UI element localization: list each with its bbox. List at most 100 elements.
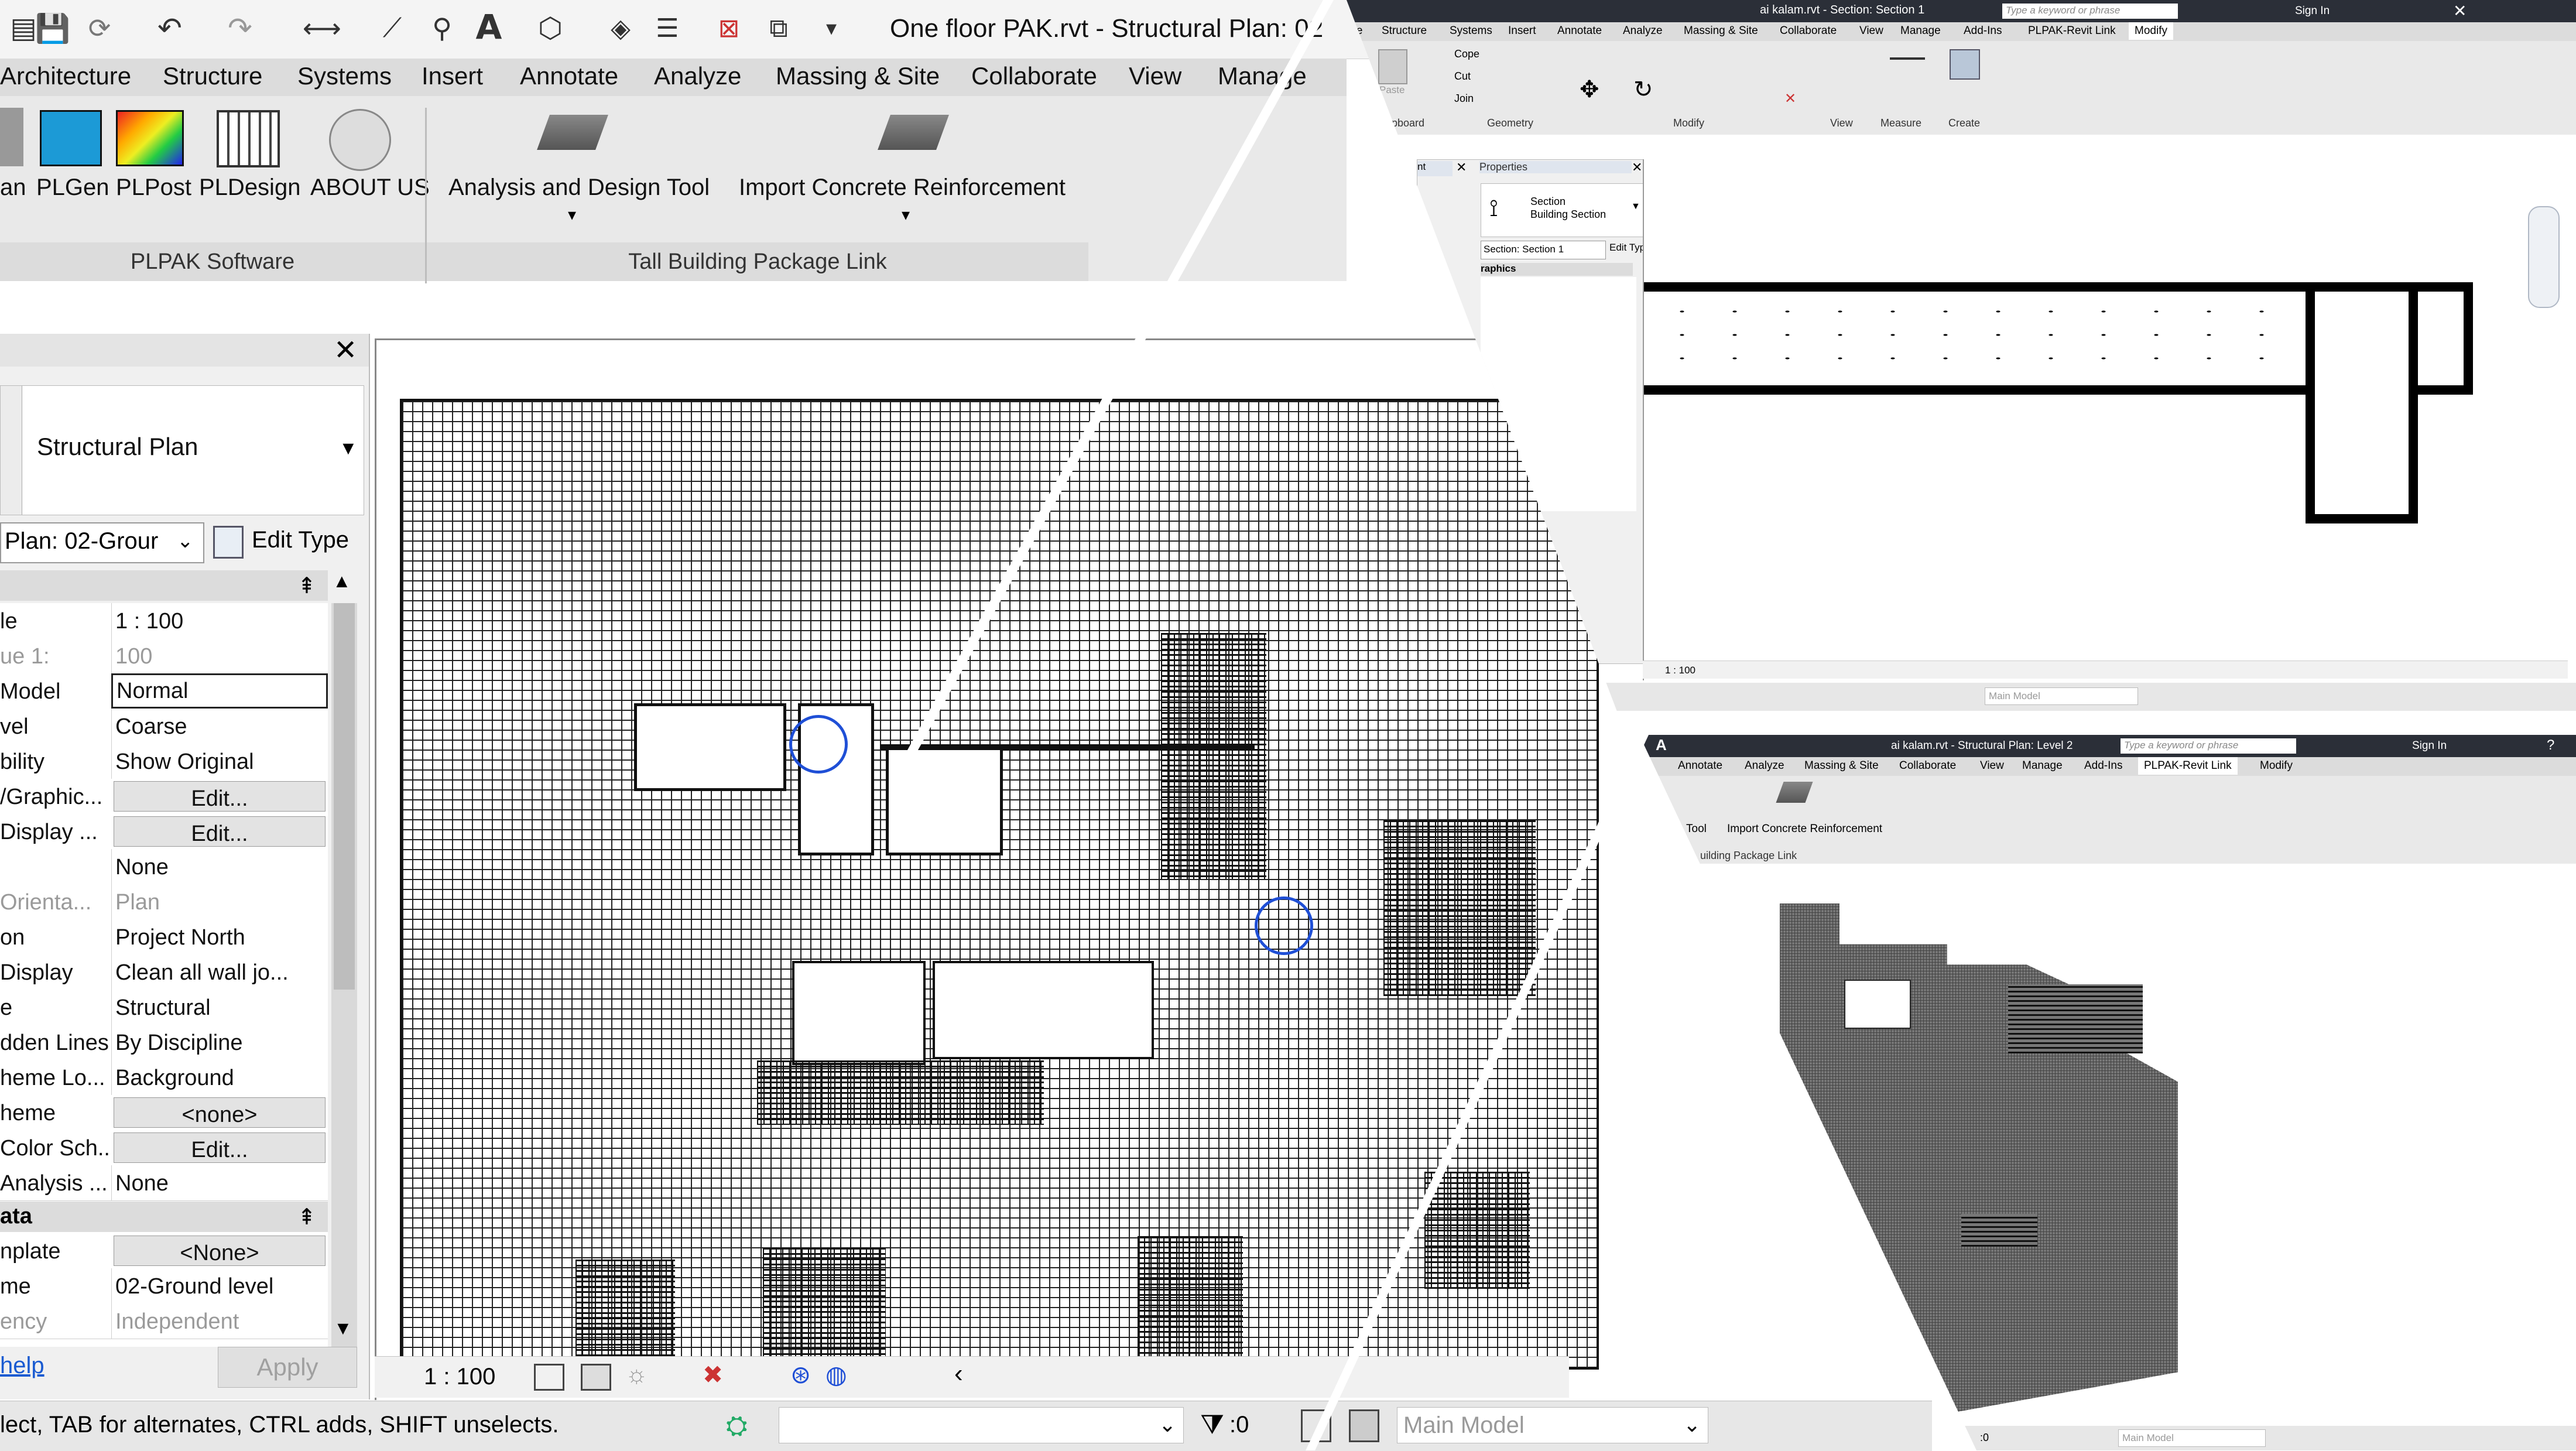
type-selector[interactable]: Structural Plan ▼ — [0, 385, 364, 515]
tab-structure[interactable]: Structure — [1382, 25, 1427, 37]
paste-icon[interactable] — [1378, 49, 1407, 84]
tab-analyze[interactable]: Analyze — [1745, 759, 1784, 772]
tab-modify[interactable]: Modify — [2260, 759, 2293, 772]
text-icon[interactable]: A — [1656, 736, 1667, 754]
tab-collaborate[interactable]: Collaborate — [971, 62, 1097, 90]
tab-analyze[interactable]: Analyze — [654, 62, 741, 90]
tab-annotate[interactable]: Annotate — [1557, 25, 1602, 37]
tab-plpak-revit-link[interactable]: PLPAK-Revit Link — [2028, 25, 2116, 37]
cut-button[interactable]: Cut — [1454, 70, 1471, 83]
dropdown-chevron-icon[interactable]: ▾ — [568, 205, 576, 224]
sign-in-link[interactable]: Sign In — [2295, 5, 2330, 18]
tag-icon[interactable]: ⚲ — [424, 11, 460, 46]
redo-icon[interactable]: ↷ — [222, 11, 258, 46]
ribbon-button-tool[interactable]: Tool — [1686, 823, 1707, 836]
close-hidden-icon[interactable]: ⊠ — [711, 11, 746, 46]
prop-value[interactable]: Project North — [111, 919, 328, 954]
section-marker-icon[interactable] — [789, 715, 848, 774]
text-icon[interactable]: A — [471, 7, 506, 47]
chevron-down-icon[interactable]: ▼ — [1631, 201, 1640, 212]
tab-architecture[interactable]: Architecture — [0, 62, 131, 90]
navigation-wheel-icon[interactable] — [2528, 206, 2560, 308]
tab-analyze[interactable]: Analyze — [1623, 25, 1663, 37]
save-icon[interactable]: 💾 — [35, 11, 70, 46]
ribbon-button-plgen[interactable]: PLGen — [36, 174, 109, 201]
close-icon[interactable]: ✕ — [334, 334, 357, 367]
properties-help-link[interactable]: help — [0, 1353, 44, 1379]
3d-view-icon[interactable]: ⬡ — [533, 11, 568, 46]
switch-windows-icon[interactable]: ⧉ — [761, 11, 796, 46]
tab-structure[interactable]: Structure — [163, 62, 262, 90]
edit-button[interactable]: <None> — [114, 1236, 326, 1266]
tab-collaborate[interactable]: Collaborate — [1899, 759, 1956, 772]
prop-value[interactable]: None — [111, 1165, 328, 1200]
visual-style-icon[interactable] — [581, 1364, 611, 1391]
tab-massing-site[interactable]: Massing & Site — [1804, 759, 1879, 772]
left-tab[interactable]: nt — [1417, 161, 1453, 176]
model-dropdown[interactable]: Main Model — [1985, 687, 2138, 705]
thin-lines-icon[interactable]: ☰ — [650, 11, 685, 46]
sign-in-link[interactable]: Sign In — [2412, 740, 2447, 752]
tab-insert[interactable]: Insert — [1508, 25, 1536, 37]
delete-icon[interactable]: ✕ — [1784, 90, 1796, 107]
tab-view[interactable]: View — [1129, 62, 1181, 90]
prop-value[interactable]: 1 : 100 — [111, 603, 328, 638]
section-icon[interactable]: ◈ — [603, 11, 638, 46]
ribbon-button-analysis-design-tool[interactable]: Analysis and Design Tool — [448, 174, 710, 201]
collapse-icon[interactable]: ⇞ — [297, 1204, 316, 1230]
ribbon-button-plpost[interactable]: PLPost — [116, 174, 191, 201]
group-header[interactable]: raphics — [1481, 263, 1633, 276]
tab-collaborate[interactable]: Collaborate — [1780, 25, 1837, 37]
tab-manage[interactable]: Manage — [2022, 759, 2063, 772]
tab-massing-site[interactable]: Massing & Site — [776, 62, 940, 90]
create-icon[interactable] — [1950, 49, 1980, 80]
view-scale[interactable]: 1 : 100 — [1665, 665, 1695, 676]
prop-value[interactable]: Clean all wall jo... — [111, 954, 328, 990]
tab-systems[interactable]: Systems — [1450, 25, 1492, 37]
filter-icon[interactable]: ⧩ — [1200, 1408, 1224, 1441]
prop-value[interactable]: None — [111, 849, 328, 884]
reveal-hidden-icon[interactable]: ◍ — [825, 1360, 847, 1389]
section-canvas[interactable] — [1643, 159, 2569, 680]
cope-button[interactable]: Cope — [1454, 48, 1479, 60]
prop-value[interactable]: Structural — [111, 990, 328, 1025]
ribbon-button-plan[interactable]: an — [0, 174, 26, 201]
ribbon-button-import-concrete-reinforcement[interactable]: Import Concrete Reinforcement — [1727, 823, 1882, 836]
model-dropdown[interactable]: Main Model — [2118, 1429, 2266, 1447]
group-header-data[interactable]: ata ⇞ — [0, 1202, 328, 1232]
dropdown-chevron-icon[interactable]: ▾ — [902, 205, 910, 224]
section-marker-icon[interactable] — [1255, 896, 1313, 955]
chevron-down-icon[interactable]: ▼ — [339, 437, 358, 459]
tab-view[interactable]: View — [1859, 25, 1883, 37]
move-icon[interactable]: ✥ — [1580, 76, 1599, 103]
tab-add-ins[interactable]: Add-Ins — [1964, 25, 2002, 37]
tab-modify[interactable]: Modify — [2129, 22, 2173, 40]
ribbon-button-import-concrete-reinforcement[interactable]: Import Concrete Reinforcement — [739, 174, 1066, 201]
tab-annotate[interactable]: Annotate — [520, 62, 618, 90]
undo-icon[interactable]: ↶ — [152, 11, 187, 46]
apply-button[interactable]: Apply — [218, 1347, 357, 1388]
close-icon[interactable]: ✕ — [2453, 1, 2467, 20]
join-button[interactable]: Join — [1454, 93, 1474, 105]
ribbon-button-pldesign[interactable]: PLDesign — [199, 174, 300, 201]
tab-view[interactable]: View — [1980, 759, 2004, 772]
tab-massing-site[interactable]: Massing & Site — [1684, 25, 1758, 37]
rotate-icon[interactable]: ↻ — [1633, 76, 1653, 103]
crop-icon[interactable]: ✖ — [703, 1360, 723, 1389]
prop-value[interactable]: Show Original — [111, 744, 328, 779]
prop-value[interactable]: By Discipline — [111, 1025, 328, 1060]
edit-button[interactable]: Edit... — [114, 1132, 326, 1163]
prop-value[interactable]: 02-Ground level — [111, 1268, 328, 1303]
detail-level-icon[interactable] — [534, 1364, 564, 1391]
temporary-hide-icon[interactable]: ⊛ — [790, 1360, 811, 1389]
edit-button[interactable]: Edit... — [114, 816, 326, 847]
collapse-icon[interactable]: ‹ — [954, 1359, 963, 1388]
tab-plpak-revit-link[interactable]: PLPAK-Revit Link — [2138, 757, 2238, 775]
type-selector[interactable]: ⟟ Section Building Section ▼ — [1481, 183, 1643, 237]
tab-systems[interactable]: Systems — [297, 62, 392, 90]
dimension-icon[interactable]: ⟋ — [375, 11, 410, 46]
instance-selector[interactable]: Section: Section 1 — [1481, 241, 1606, 259]
sync-icon[interactable]: ⟳ — [82, 11, 117, 46]
tab-add-ins[interactable]: Add-Ins — [2084, 759, 2122, 772]
help-icon[interactable]: ? — [2547, 737, 2554, 754]
